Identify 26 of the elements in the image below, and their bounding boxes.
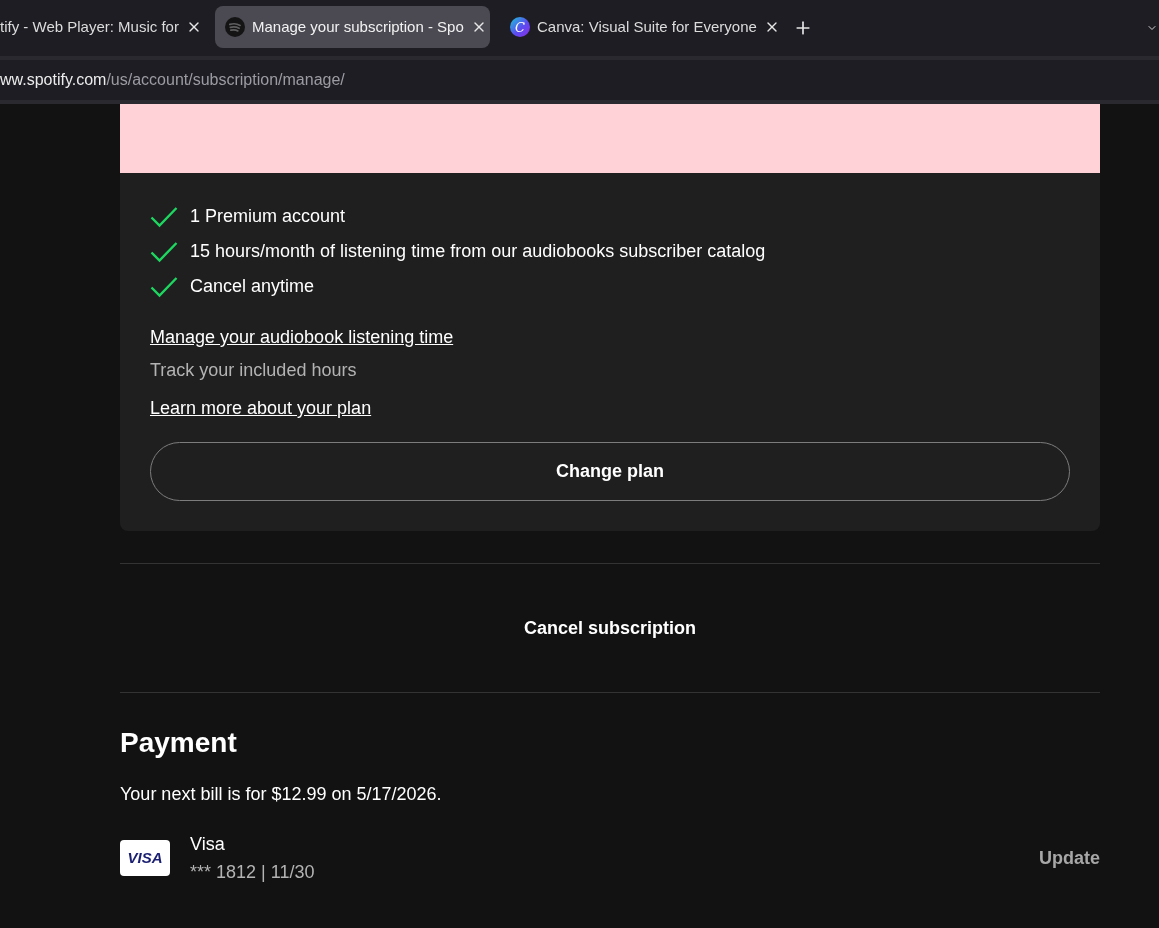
feature-text: 1 Premium account [190, 205, 346, 228]
tab-title: tify - Web Player: Music for [0, 16, 179, 37]
audiobook-time-link[interactable]: Manage your audiobook listening time [150, 324, 454, 350]
card-logo: VISA [120, 840, 170, 876]
check-icon [150, 205, 178, 228]
browser-tab[interactable]: C Canva: Visual Suite for Everyone [500, 6, 775, 48]
update-button[interactable]: Update [1039, 844, 1100, 872]
check-icon [150, 240, 178, 263]
next-bill-text: Your next bill is for $12.99 on 5/17/2026. [120, 783, 442, 806]
cancel-subscription-button[interactable]: Cancel subscription [523, 614, 696, 642]
card-details: *** 1812 | 11/30 [190, 861, 315, 884]
card-brand: Visa [190, 833, 226, 856]
address-bar[interactable]: ww.spotify.com/us/account/subscription/manage/ [0, 60, 1159, 100]
browser-tab[interactable]: tify - Web Player: Music for [0, 6, 205, 48]
feature-text: Cancel anytime [190, 275, 315, 298]
hours-note: Track your included hours [150, 359, 357, 382]
url-path: /us/account/subscription/manage/ [106, 70, 345, 90]
feature-text: 15 hours/month of listening time from our audiobooks subscriber catalog [190, 240, 766, 263]
payment-heading: Payment [120, 726, 237, 760]
browser-tab[interactable]: Manage your subscription - Spo [215, 6, 490, 48]
tab-title: Canva: Visual Suite for Everyone [537, 16, 757, 37]
tab-title: Manage your subscription - Spo [252, 16, 464, 37]
circle-waves-icon [225, 17, 245, 37]
check-icon [150, 275, 178, 298]
url-host: ww.spotify.com [0, 70, 107, 90]
plan-info-link[interactable]: Learn more about your plan [150, 395, 372, 421]
